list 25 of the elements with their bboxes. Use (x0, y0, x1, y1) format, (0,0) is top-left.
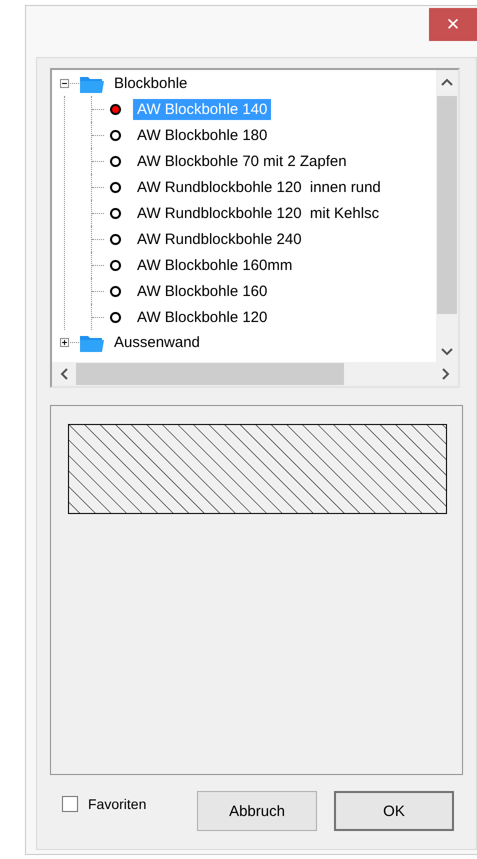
folder-label[interactable]: Blockbohle (112, 74, 190, 93)
expander-icon[interactable] (60, 338, 69, 347)
scroll-right-icon[interactable] (442, 368, 450, 380)
folder-icon (80, 334, 104, 352)
scroll-up-icon[interactable] (441, 78, 453, 86)
tree-item[interactable]: AW Rundblockbohle 120 mit Kehlsc (133, 202, 384, 224)
expander-icon[interactable] (60, 79, 69, 88)
horizontal-scrollbar[interactable] (52, 362, 458, 386)
scroll-down-icon[interactable] (441, 348, 453, 356)
scroll-left-icon[interactable] (60, 368, 68, 380)
tree-item[interactable]: AW Rundblockbohle 240 (133, 228, 306, 250)
tree-item[interactable]: AW Blockbohle 120 (133, 306, 272, 328)
tree-item[interactable]: AW Blockbohle 180 (133, 124, 272, 146)
vertical-scrollbar[interactable] (436, 70, 458, 362)
folder-icon (80, 74, 104, 92)
folder-label[interactable]: Aussenwand (112, 333, 202, 352)
tree-item[interactable]: AW Blockbohle 160 (133, 280, 272, 302)
favorites-checkbox[interactable] (62, 796, 78, 812)
tree-item[interactable]: AW Rundblockbohle 120 innen rund (133, 176, 385, 198)
ok-button[interactable]: OK (334, 791, 454, 831)
cancel-button[interactable]: Abbruch (197, 791, 317, 831)
favorites-label: Favoriten (88, 796, 146, 812)
close-button[interactable]: ✕ (429, 8, 477, 41)
tree-item[interactable]: AW Blockbohle 70 mit 2 Zapfen (133, 150, 351, 172)
tree-item[interactable]: AW Blockbohle 160mm (133, 254, 296, 276)
